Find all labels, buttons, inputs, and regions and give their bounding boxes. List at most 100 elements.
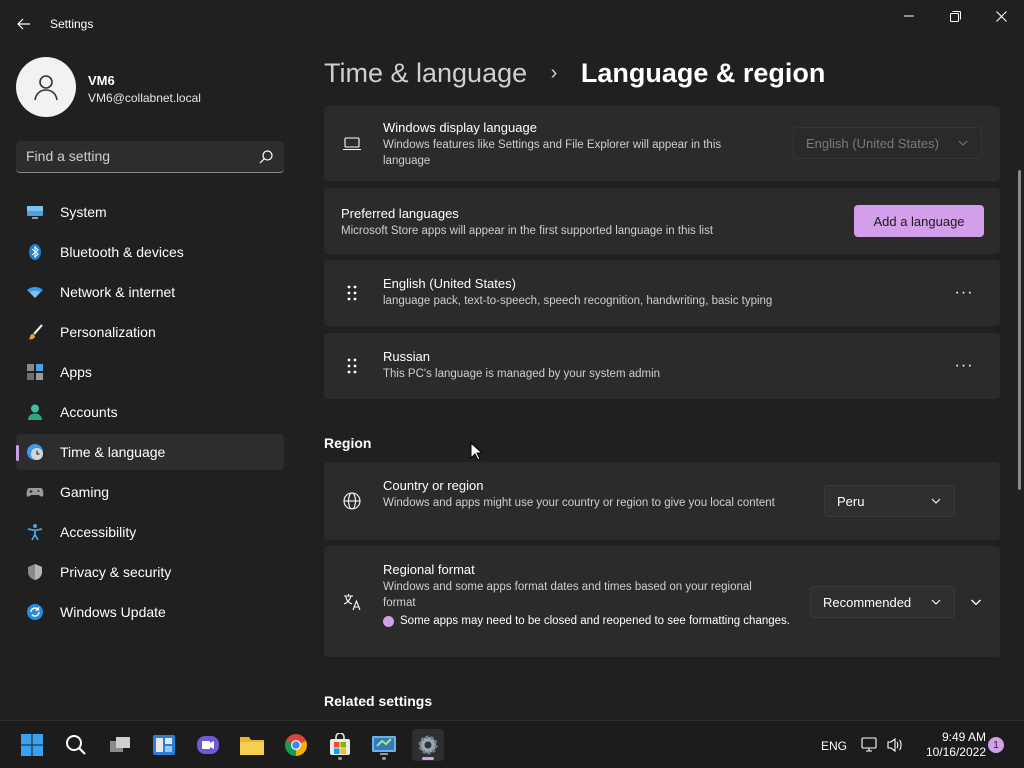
drag-handle-icon[interactable] — [346, 357, 358, 375]
sidebar-item-label: Windows Update — [60, 604, 166, 620]
breadcrumb: Time & language › Language & region — [324, 58, 825, 89]
mouse-cursor-icon — [470, 442, 482, 461]
laptop-icon — [343, 137, 361, 151]
country-region-card: Country or region Windows and apps might… — [324, 462, 1000, 540]
sidebar-item-label: Network & internet — [60, 284, 176, 300]
sidebar-item-label: Privacy & security — [60, 564, 172, 580]
chat-button[interactable] — [192, 729, 224, 761]
sidebar-item-network[interactable]: Network & internet — [16, 274, 284, 310]
regional-format-dropdown[interactable]: Recommended — [810, 586, 955, 618]
sidebar-item-gaming[interactable]: Gaming — [16, 474, 284, 510]
language-detail: This PC's language is managed by your sy… — [383, 368, 661, 380]
country-region-dropdown[interactable]: Peru — [824, 485, 955, 517]
store-icon — [330, 733, 350, 755]
add-language-button[interactable]: Add a language — [854, 205, 984, 237]
drag-handle-icon[interactable] — [346, 284, 358, 302]
language-item-russian: Russian This PC's language is managed by… — [324, 333, 1000, 399]
bluetooth-icon — [29, 244, 41, 260]
network-icon[interactable] — [861, 737, 879, 753]
search-box[interactable] — [16, 141, 284, 173]
monitor-icon — [27, 206, 43, 219]
restore-button[interactable] — [932, 4, 978, 28]
active-indicator — [422, 757, 434, 760]
start-button[interactable] — [16, 729, 48, 761]
sidebar-item-label: Personalization — [60, 324, 156, 340]
sidebar-item-bluetooth[interactable]: Bluetooth & devices — [16, 234, 284, 270]
restore-icon — [949, 10, 961, 22]
chrome-icon — [285, 734, 307, 756]
volume-icon[interactable] — [886, 737, 904, 753]
input-language-indicator[interactable]: ENG — [821, 739, 847, 753]
widgets-button[interactable] — [148, 729, 180, 761]
language-name: Russian — [383, 349, 430, 364]
clock-time: 9:49 AM — [941, 730, 986, 744]
app-title: Settings — [50, 17, 94, 31]
display-language-title: Windows display language — [383, 120, 537, 135]
title-bar: Settings — [0, 0, 1024, 48]
profile-name: VM6 — [88, 73, 115, 88]
sidebar-item-personalization[interactable]: Personalization — [16, 314, 284, 350]
brush-icon — [28, 324, 43, 340]
regional-format-card: Regional format Windows and some apps fo… — [324, 546, 1000, 657]
notification-badge[interactable]: 1 — [988, 737, 1004, 753]
breadcrumb-parent[interactable]: Time & language — [324, 58, 527, 88]
sidebar-item-label: Accessibility — [60, 524, 137, 540]
display-language-dropdown[interactable]: English (United States) — [793, 127, 982, 159]
remote-desktop-button[interactable] — [368, 729, 400, 761]
sidebar-item-system[interactable]: System — [16, 194, 284, 230]
task-view-button[interactable] — [104, 729, 136, 761]
taskbar-search-button[interactable] — [60, 729, 92, 761]
close-button[interactable] — [978, 4, 1024, 28]
display-language-description: Windows features like Settings and File … — [383, 139, 722, 167]
shield-icon — [28, 564, 42, 580]
chrome-button[interactable] — [280, 729, 312, 761]
clock-date: 10/16/2022 — [925, 745, 986, 759]
chevron-down-icon — [971, 599, 981, 606]
regional-format-info: Some apps may need to be closed and reop… — [400, 615, 790, 627]
running-indicator — [338, 757, 342, 760]
sidebar-item-label: Gaming — [60, 484, 110, 500]
store-button[interactable] — [324, 729, 356, 761]
language-name: English (United States) — [383, 276, 516, 291]
sidebar-item-time-language[interactable]: Time & language — [16, 434, 284, 470]
sidebar-item-label: Accounts — [60, 404, 118, 420]
expand-regional-format-button[interactable] — [966, 592, 986, 612]
windows-logo-icon — [21, 734, 43, 756]
search-icon — [66, 735, 86, 755]
search-input[interactable] — [26, 148, 246, 164]
sidebar-item-accessibility[interactable]: Accessibility — [16, 514, 284, 550]
chat-icon — [197, 736, 219, 754]
person-icon — [28, 404, 42, 420]
clock[interactable]: 9:49 AM 10/16/2022 — [914, 730, 986, 760]
display-language-value: English (United States) — [806, 135, 939, 151]
sidebar-item-apps[interactable]: Apps — [16, 354, 284, 390]
apps-icon — [27, 364, 43, 380]
language-detail: language pack, text-to-speech, speech re… — [383, 295, 773, 307]
more-options-button[interactable]: ··· — [948, 281, 980, 305]
settings-content: Windows display language Windows feature… — [324, 106, 1000, 716]
country-region-value: Peru — [837, 493, 865, 509]
wifi-icon — [27, 287, 43, 298]
selection-indicator — [16, 445, 19, 461]
file-explorer-button[interactable] — [236, 729, 268, 761]
globe-clock-icon — [27, 444, 43, 460]
user-profile[interactable]: VM6 VM6@collabnet.local — [16, 57, 296, 119]
folder-icon — [240, 737, 264, 755]
running-indicator — [382, 757, 386, 760]
sidebar-item-label: Time & language — [60, 444, 166, 460]
settings-taskbar-button[interactable] — [412, 729, 444, 761]
minimize-button[interactable] — [886, 4, 932, 28]
globe-icon — [343, 492, 361, 510]
back-button[interactable] — [12, 10, 36, 38]
more-options-button[interactable]: ··· — [948, 354, 980, 378]
sidebar-item-windows-update[interactable]: Windows Update — [16, 594, 284, 630]
page-title: Language & region — [580, 58, 826, 88]
scrollbar[interactable] — [1018, 170, 1021, 490]
chevron-down-icon — [931, 498, 941, 504]
remote-desktop-icon — [372, 736, 396, 755]
preferred-languages-title: Preferred languages — [341, 206, 459, 221]
sidebar-item-accounts[interactable]: Accounts — [16, 394, 284, 430]
back-arrow-icon — [17, 18, 30, 30]
search-icon[interactable] — [258, 149, 274, 165]
sidebar-item-privacy[interactable]: Privacy & security — [16, 554, 284, 590]
